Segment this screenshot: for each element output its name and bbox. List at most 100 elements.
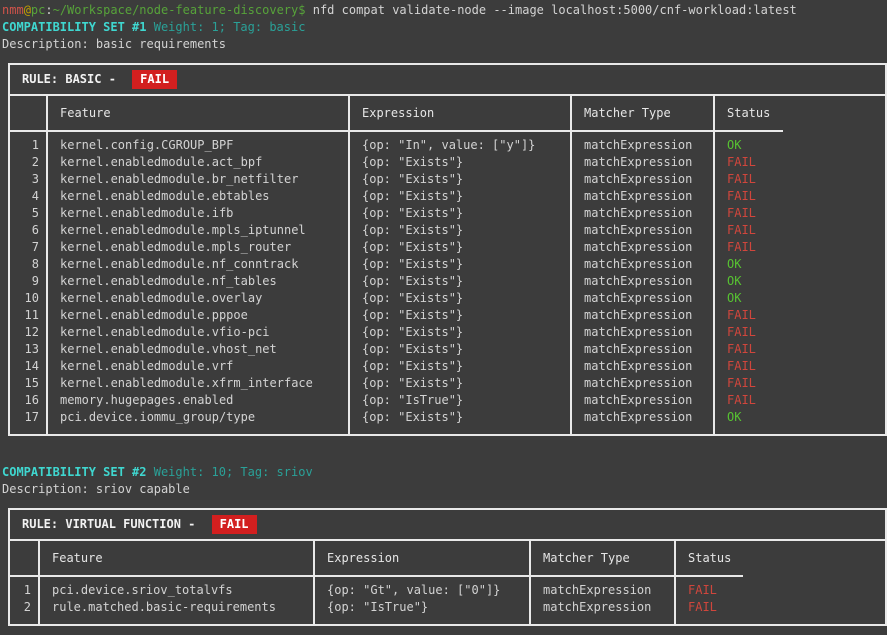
matcher-cell: matchExpression (572, 341, 713, 358)
expression-cell: {op: "Gt", value: ["0"]} (315, 582, 529, 599)
expression-cell: {op: "Exists"} (350, 358, 570, 375)
column-header-feature: Feature (48, 96, 348, 132)
table-column-expression: Expression{op: "In", value: ["y"]}{op: "… (348, 96, 570, 434)
column-header-status: Status (676, 541, 743, 577)
set-description: Description: sriov capable (2, 481, 887, 498)
status-cell: FAIL (715, 358, 783, 375)
status-cell: FAIL (715, 324, 783, 341)
compatibility-set: COMPATIBILITY SET #1 Weight: 1; Tag: bas… (2, 19, 887, 436)
column-header-matcher: Matcher Type (572, 96, 713, 132)
feature-cell: kernel.enabledmodule.pppoe (48, 307, 348, 324)
compatibility-sets: COMPATIBILITY SET #1 Weight: 1; Tag: bas… (2, 19, 887, 626)
matcher-cell: matchExpression (572, 290, 713, 307)
row-number: 10 (10, 290, 46, 307)
rule-table: RULE: BASIC - FAIL 123456789101112131415… (8, 63, 887, 436)
feature-cell: kernel.enabledmodule.overlay (48, 290, 348, 307)
expression-cell: {op: "Exists"} (350, 341, 570, 358)
set-meta: Weight: 1; Tag: basic (147, 20, 306, 34)
column-header-feature: Feature (40, 541, 313, 577)
status-cell: FAIL (715, 205, 783, 222)
status-cell: FAIL (715, 375, 783, 392)
row-number: 3 (10, 171, 46, 188)
column-body-n: 1234567891011121314151617 (10, 132, 46, 434)
row-number: 14 (10, 358, 46, 375)
row-number: 6 (10, 222, 46, 239)
status-cell: FAIL (676, 599, 743, 616)
terminal-screen[interactable]: nmm@pc:~/Workspace/node-feature-discover… (2, 2, 887, 626)
row-number: 1 (10, 582, 38, 599)
feature-cell: memory.hugepages.enabled (48, 392, 348, 409)
row-number: 1 (10, 137, 46, 154)
column-body-status: FAILFAIL (676, 577, 743, 624)
row-number: 4 (10, 188, 46, 205)
expression-cell: {op: "Exists"} (350, 205, 570, 222)
set-description: Description: basic requirements (2, 36, 887, 53)
status-cell: FAIL (715, 307, 783, 324)
feature-cell: kernel.enabledmodule.ebtables (48, 188, 348, 205)
row-number: 7 (10, 239, 46, 256)
row-number: 5 (10, 205, 46, 222)
expression-cell: {op: "Exists"} (350, 239, 570, 256)
feature-cell: kernel.enabledmodule.vfio-pci (48, 324, 348, 341)
matcher-cell: matchExpression (531, 582, 674, 599)
row-number: 15 (10, 375, 46, 392)
rule-table: RULE: VIRTUAL FUNCTION - FAIL 12Featurep… (8, 508, 887, 626)
row-number: 12 (10, 324, 46, 341)
rule-label: RULE: VIRTUAL FUNCTION - (22, 516, 203, 533)
status-cell: OK (715, 256, 783, 273)
expression-cell: {op: "Exists"} (350, 171, 570, 188)
column-body-expression: {op: "Gt", value: ["0"]}{op: "IsTrue"} (315, 577, 529, 624)
column-body-expression: {op: "In", value: ["y"]}{op: "Exists"}{o… (350, 132, 570, 434)
status-cell: OK (715, 409, 783, 426)
feature-cell: kernel.enabledmodule.nf_conntrack (48, 256, 348, 273)
table-column-matcher: Matcher TypematchExpressionmatchExpressi… (529, 541, 674, 624)
table-column-expression: Expression{op: "Gt", value: ["0"]}{op: "… (313, 541, 529, 624)
row-number: 9 (10, 273, 46, 290)
row-number: 17 (10, 409, 46, 426)
expression-cell: {op: "Exists"} (350, 154, 570, 171)
matcher-cell: matchExpression (572, 239, 713, 256)
matcher-cell: matchExpression (572, 205, 713, 222)
matcher-cell: matchExpression (572, 256, 713, 273)
expression-cell: {op: "In", value: ["y"]} (350, 137, 570, 154)
feature-cell: kernel.enabledmodule.mpls_iptunnel (48, 222, 348, 239)
table-column-n: 1234567891011121314151617 (10, 96, 46, 434)
column-body-matcher: matchExpressionmatchExpressionmatchExpre… (572, 132, 713, 434)
table-column-n: 12 (10, 541, 38, 624)
expression-cell: {op: "Exists"} (350, 222, 570, 239)
matcher-cell: matchExpression (572, 154, 713, 171)
feature-cell: kernel.enabledmodule.nf_tables (48, 273, 348, 290)
status-cell: FAIL (676, 582, 743, 599)
feature-cell: pci.device.sriov_totalvfs (40, 582, 313, 599)
row-number: 8 (10, 256, 46, 273)
prompt-at: @ (24, 3, 31, 17)
status-cell: OK (715, 137, 783, 154)
column-header-status: Status (715, 96, 783, 132)
matcher-cell: matchExpression (572, 171, 713, 188)
row-number: 11 (10, 307, 46, 324)
feature-cell: kernel.enabledmodule.ifb (48, 205, 348, 222)
prompt-host: pc (31, 3, 45, 17)
status-cell: OK (715, 290, 783, 307)
matcher-cell: matchExpression (572, 273, 713, 290)
prompt-line: nmm@pc:~/Workspace/node-feature-discover… (2, 2, 887, 19)
column-header-expression: Expression (315, 541, 529, 577)
column-body-n: 12 (10, 577, 38, 624)
feature-cell: kernel.enabledmodule.vhost_net (48, 341, 348, 358)
rule-title-row: RULE: BASIC - FAIL (10, 65, 885, 96)
rule-table-grid: 12Featurepci.device.sriov_totalvfsrule.m… (10, 541, 885, 624)
expression-cell: {op: "Exists"} (350, 188, 570, 205)
matcher-cell: matchExpression (572, 392, 713, 409)
expression-cell: {op: "IsTrue"} (315, 599, 529, 616)
status-cell: FAIL (715, 222, 783, 239)
expression-cell: {op: "IsTrue"} (350, 392, 570, 409)
expression-cell: {op: "Exists"} (350, 307, 570, 324)
rule-status-badge: FAIL (132, 70, 177, 89)
status-cell: FAIL (715, 188, 783, 205)
feature-cell: kernel.enabledmodule.mpls_router (48, 239, 348, 256)
row-number: 2 (10, 599, 38, 616)
table-column-feature: Featurekernel.config.CGROUP_BPFkernel.en… (46, 96, 348, 434)
column-body-status: OKFAILFAILFAILFAILFAILFAILOKOKOKFAILFAIL… (715, 132, 783, 434)
column-header-n (10, 541, 38, 577)
rule-label: RULE: BASIC - (22, 71, 123, 88)
